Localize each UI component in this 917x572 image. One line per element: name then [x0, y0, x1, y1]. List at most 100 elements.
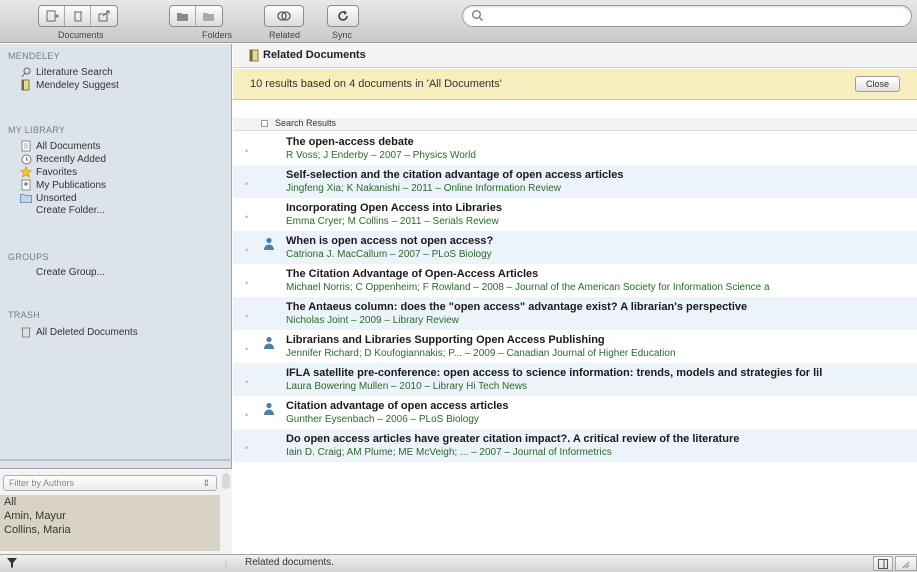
result-row[interactable]: • Citation advantage of open access arti… — [233, 396, 917, 429]
result-title: Citation advantage of open access articl… — [286, 400, 509, 412]
share-icon — [98, 10, 110, 22]
documents-icon — [20, 140, 32, 152]
sync-button[interactable] — [328, 6, 358, 26]
status-text: Related documents. — [245, 557, 334, 568]
column-header-search-results[interactable]: Search Results — [275, 118, 336, 128]
result-title: The Citation Advantage of Open-Access Ar… — [286, 268, 539, 280]
row-bullet-icon: • — [245, 245, 249, 255]
close-button[interactable]: Close — [855, 76, 900, 92]
documents-button-group — [38, 5, 118, 27]
select-arrows-icon: ⇕ — [202, 478, 210, 488]
sidebar-item-my-publications[interactable]: My Publications — [20, 179, 106, 191]
result-row[interactable]: • IFLA satellite pre-conference: open ac… — [233, 363, 917, 396]
result-title: Incorporating Open Access into Libraries — [286, 202, 502, 214]
result-title: IFLA satellite pre-conference: open acce… — [286, 367, 823, 379]
result-meta: Emma Cryer; M Collins – 2011 – Serials R… — [286, 216, 499, 227]
filter-select[interactable]: Filter by Authors ⇕ — [3, 475, 217, 491]
results-column-header: Search Results — [233, 118, 917, 131]
panel-toggle-icon — [878, 559, 888, 569]
trash-icon — [20, 326, 32, 338]
row-bullet-icon: • — [245, 212, 249, 222]
sidebar-item-mendeley-suggest[interactable]: Mendeley Suggest — [20, 79, 119, 91]
result-meta: R Voss; J Enderby – 2007 – Physics World — [286, 150, 476, 161]
sidebar-item-label: My Publications — [36, 179, 107, 191]
folder-icon — [20, 192, 32, 204]
create-group-link[interactable]: Create Group... — [36, 267, 105, 278]
result-meta: Gunther Eysenbach – 2006 – PLoS Biology — [286, 414, 479, 425]
resize-corner-icon — [902, 561, 910, 569]
related-button[interactable] — [265, 6, 303, 26]
result-meta: Iain D. Craig; AM Plume; ME McVeigh; ...… — [286, 447, 612, 458]
collapse-toggle[interactable] — [261, 120, 268, 127]
author-item[interactable]: All — [0, 495, 220, 509]
result-title: The Antaeus column: does the "open acces… — [286, 301, 748, 313]
author-filter-panel: Filter by Authors ⇕ All Amin, Mayur Coll… — [0, 468, 232, 554]
sidebar-splitter[interactable] — [0, 459, 232, 461]
result-title: Do open access articles have greater cit… — [286, 433, 740, 445]
author-list: All Amin, Mayur Collins, Maria — [0, 495, 220, 551]
person-icon — [264, 237, 274, 250]
sync-icon — [338, 10, 348, 21]
trash-icon — [73, 11, 82, 22]
result-meta: Laura Bowering Mullen – 2010 – Library H… — [286, 381, 528, 392]
panel-title: Related Documents — [263, 49, 366, 61]
folders-label: Folders — [202, 30, 233, 40]
filter-scrollbar[interactable] — [222, 473, 230, 489]
related-label: Related — [269, 30, 301, 40]
sidebar-item-recently-added[interactable]: Recently Added — [20, 153, 106, 165]
magnifier-icon — [20, 66, 32, 78]
folder-remove-icon — [203, 13, 214, 21]
sidebar-item-unsorted[interactable]: Unsorted — [20, 192, 77, 204]
author-item[interactable]: Collins, Maria — [0, 523, 220, 537]
result-row[interactable]: • When is open access not open access? C… — [233, 231, 917, 264]
result-meta: Nicholas Joint – 2009 – Library Review — [286, 315, 459, 326]
row-bullet-icon: • — [245, 179, 249, 189]
my-library-section-header: MY LIBRARY — [8, 125, 66, 135]
resize-corner[interactable] — [895, 556, 917, 571]
add-folder-button[interactable] — [170, 6, 196, 26]
sidebar-item-label: Unsorted — [36, 192, 77, 204]
related-icon — [277, 11, 291, 21]
add-document-icon — [46, 10, 59, 22]
sidebar-item-label: Literature Search — [36, 66, 113, 78]
results-list: • The open-access debate R Voss; J Ender… — [233, 132, 917, 462]
results-banner: 10 results based on 4 documents in 'All … — [233, 69, 917, 100]
groups-section-header: GROUPS — [8, 252, 49, 262]
delete-document-button[interactable] — [65, 6, 91, 26]
sync-button-group — [327, 5, 359, 27]
result-meta: Catriona J. MacCallum – 2007 – PLoS Biol… — [286, 249, 492, 260]
mendeley-section-header: MENDELEY — [8, 51, 60, 61]
author-item[interactable] — [0, 537, 220, 551]
remove-folder-button[interactable] — [196, 6, 222, 26]
result-row[interactable]: • The open-access debate R Voss; J Ender… — [233, 132, 917, 165]
toggle-details-button[interactable] — [873, 556, 893, 571]
result-row[interactable]: • Librarians and Libraries Supporting Op… — [233, 330, 917, 363]
share-document-button[interactable] — [91, 6, 117, 26]
sidebar-item-label: All Deleted Documents — [36, 326, 138, 338]
sidebar-item-all-deleted-documents[interactable]: All Deleted Documents — [20, 326, 138, 338]
add-document-button[interactable] — [39, 6, 65, 26]
result-row[interactable]: • Incorporating Open Access into Librari… — [233, 198, 917, 231]
trash-section-header: TRASH — [8, 310, 41, 320]
row-bullet-icon: • — [245, 410, 249, 420]
result-row[interactable]: • The Antaeus column: does the "open acc… — [233, 297, 917, 330]
search-field[interactable] — [462, 5, 912, 27]
row-bullet-icon: • — [245, 377, 249, 387]
publication-icon — [20, 179, 32, 191]
result-row[interactable]: • The Citation Advantage of Open-Access … — [233, 264, 917, 297]
filter-funnel-icon[interactable] — [6, 557, 18, 569]
search-input[interactable] — [487, 8, 887, 24]
result-row[interactable]: • Self-selection and the citation advant… — [233, 165, 917, 198]
result-row[interactable]: • Do open access articles have greater c… — [233, 429, 917, 462]
star-icon — [20, 166, 32, 178]
sidebar-item-favorites[interactable]: Favorites — [20, 166, 77, 178]
resize-grip-icon[interactable]: ⋮ — [222, 559, 230, 568]
create-folder-link[interactable]: Create Folder... — [36, 205, 105, 216]
main-panel: Related Documents 10 results based on 4 … — [233, 44, 917, 554]
documents-label: Documents — [58, 30, 104, 40]
folder-add-icon — [176, 13, 188, 21]
author-item[interactable]: Amin, Mayur — [0, 509, 220, 523]
row-bullet-icon: • — [245, 146, 249, 156]
sidebar-item-all-documents[interactable]: All Documents — [20, 140, 100, 152]
sidebar-item-literature-search[interactable]: Literature Search — [20, 66, 113, 78]
